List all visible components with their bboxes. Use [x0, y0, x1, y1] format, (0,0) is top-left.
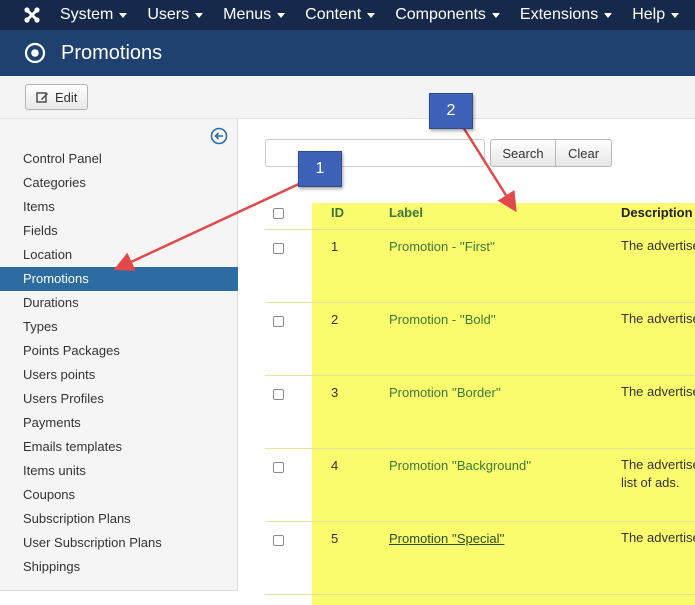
callout-badge-2: 2	[429, 93, 473, 129]
callout-badge-1: 1	[298, 151, 342, 187]
annotation-arrows	[113, 126, 517, 271]
callout-2-arrow	[461, 126, 517, 213]
callout-1-arrow	[113, 181, 302, 271]
